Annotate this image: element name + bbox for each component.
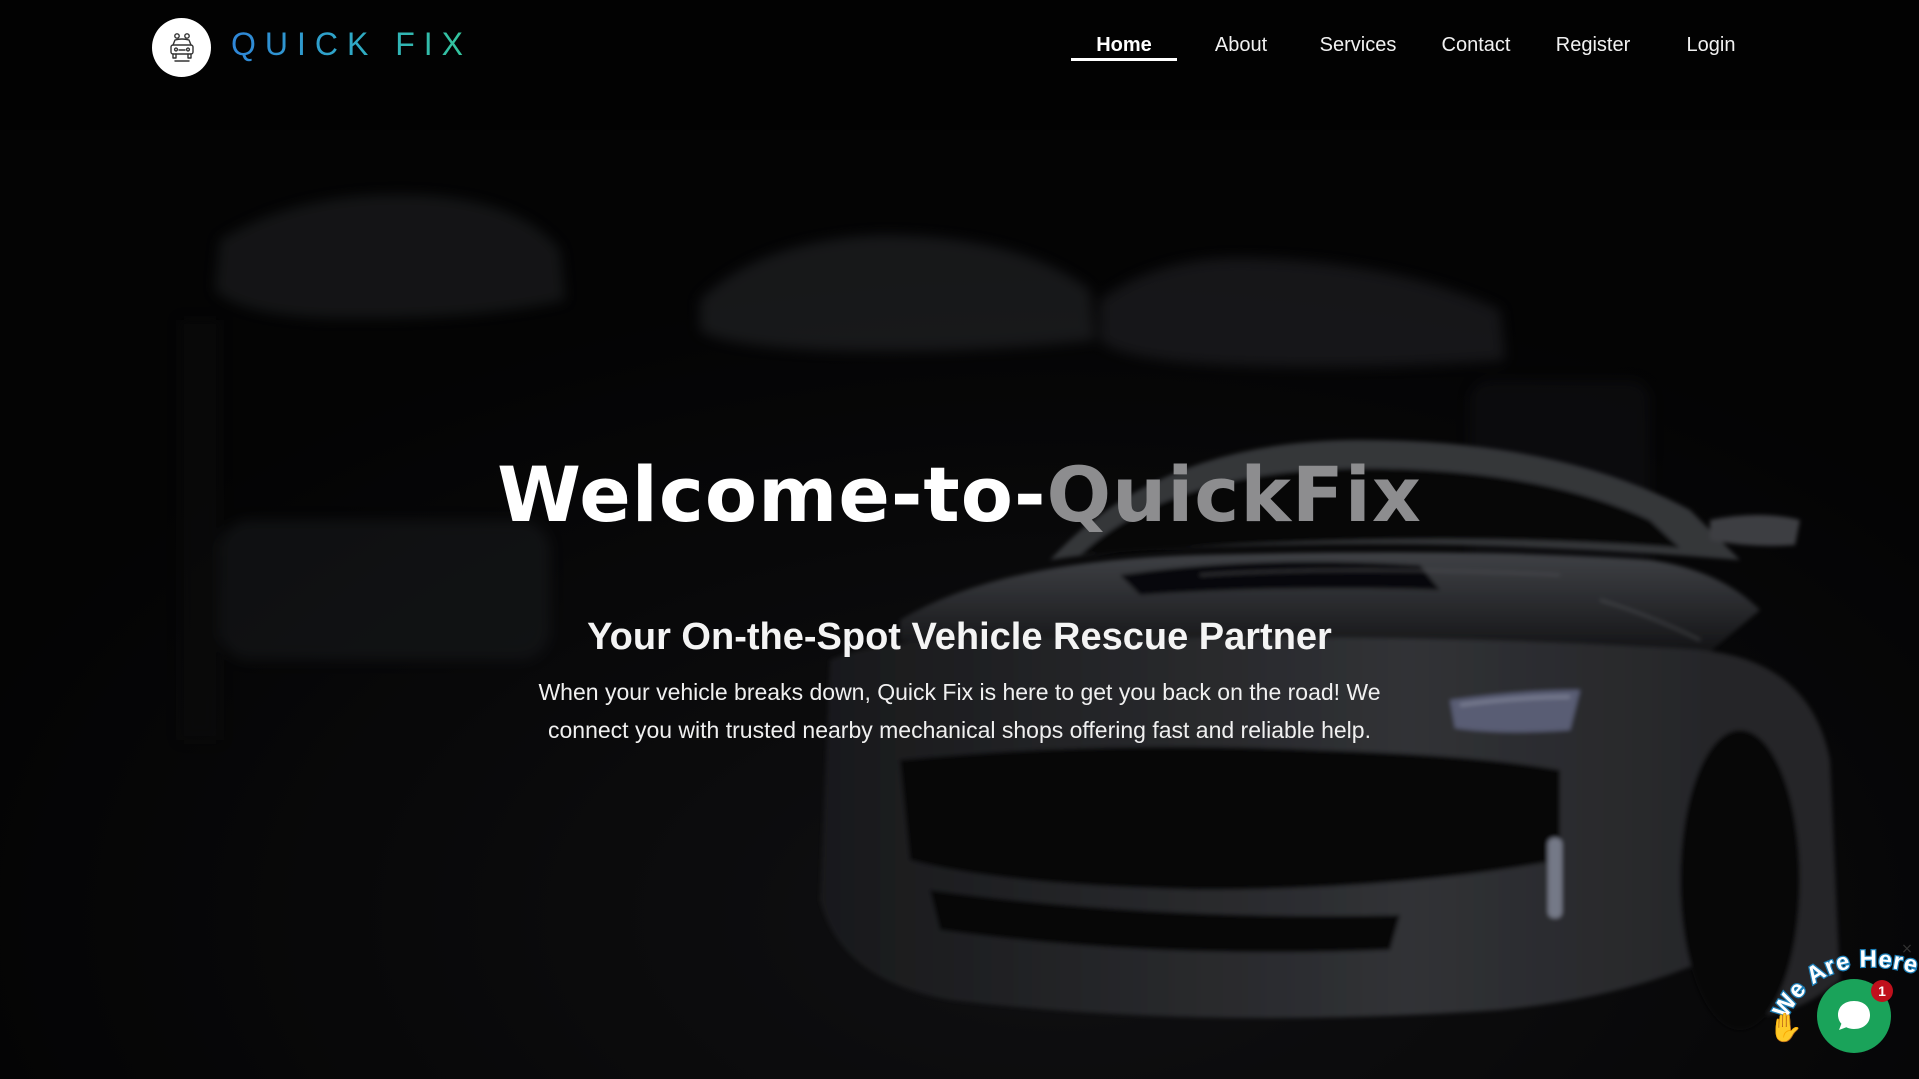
chat-bubble-icon	[1838, 1001, 1870, 1030]
hero-title-brand: QuickFix	[1046, 450, 1422, 539]
chat-close-icon[interactable]: ×	[1899, 941, 1915, 957]
nav-services[interactable]: Services	[1320, 34, 1397, 57]
chat-widget: We Are Here! ✋ 1 ×	[1760, 940, 1919, 1079]
nav-about[interactable]: About	[1215, 34, 1267, 57]
hero-title: Welcome-to-QuickFix	[0, 450, 1919, 539]
hero-subtitle: Your On-the-Spot Vehicle Rescue Partner	[587, 616, 1332, 658]
nav-login[interactable]: Login	[1687, 34, 1736, 57]
waving-hand-icon: ✋	[1768, 1011, 1803, 1044]
nav-register[interactable]: Register	[1556, 34, 1630, 57]
hero-title-welcome: Welcome-to-	[497, 450, 1047, 539]
top-navbar: QUICK FIX Home About Services Contact Re…	[0, 0, 1919, 100]
nav-contact[interactable]: Contact	[1442, 34, 1511, 57]
hero-background-image	[0, 0, 1919, 1079]
chat-notification-badge: 1	[1871, 980, 1893, 1002]
landing-page: QUICK FIX Home About Services Contact Re…	[0, 0, 1919, 1079]
nav-home[interactable]: Home	[1096, 34, 1152, 57]
hero-description: When your vehicle breaks down, Quick Fix…	[538, 679, 1381, 743]
nav-active-indicator	[1071, 58, 1177, 61]
nav-menu: Home About Services Contact Register Log…	[0, 34, 1919, 74]
